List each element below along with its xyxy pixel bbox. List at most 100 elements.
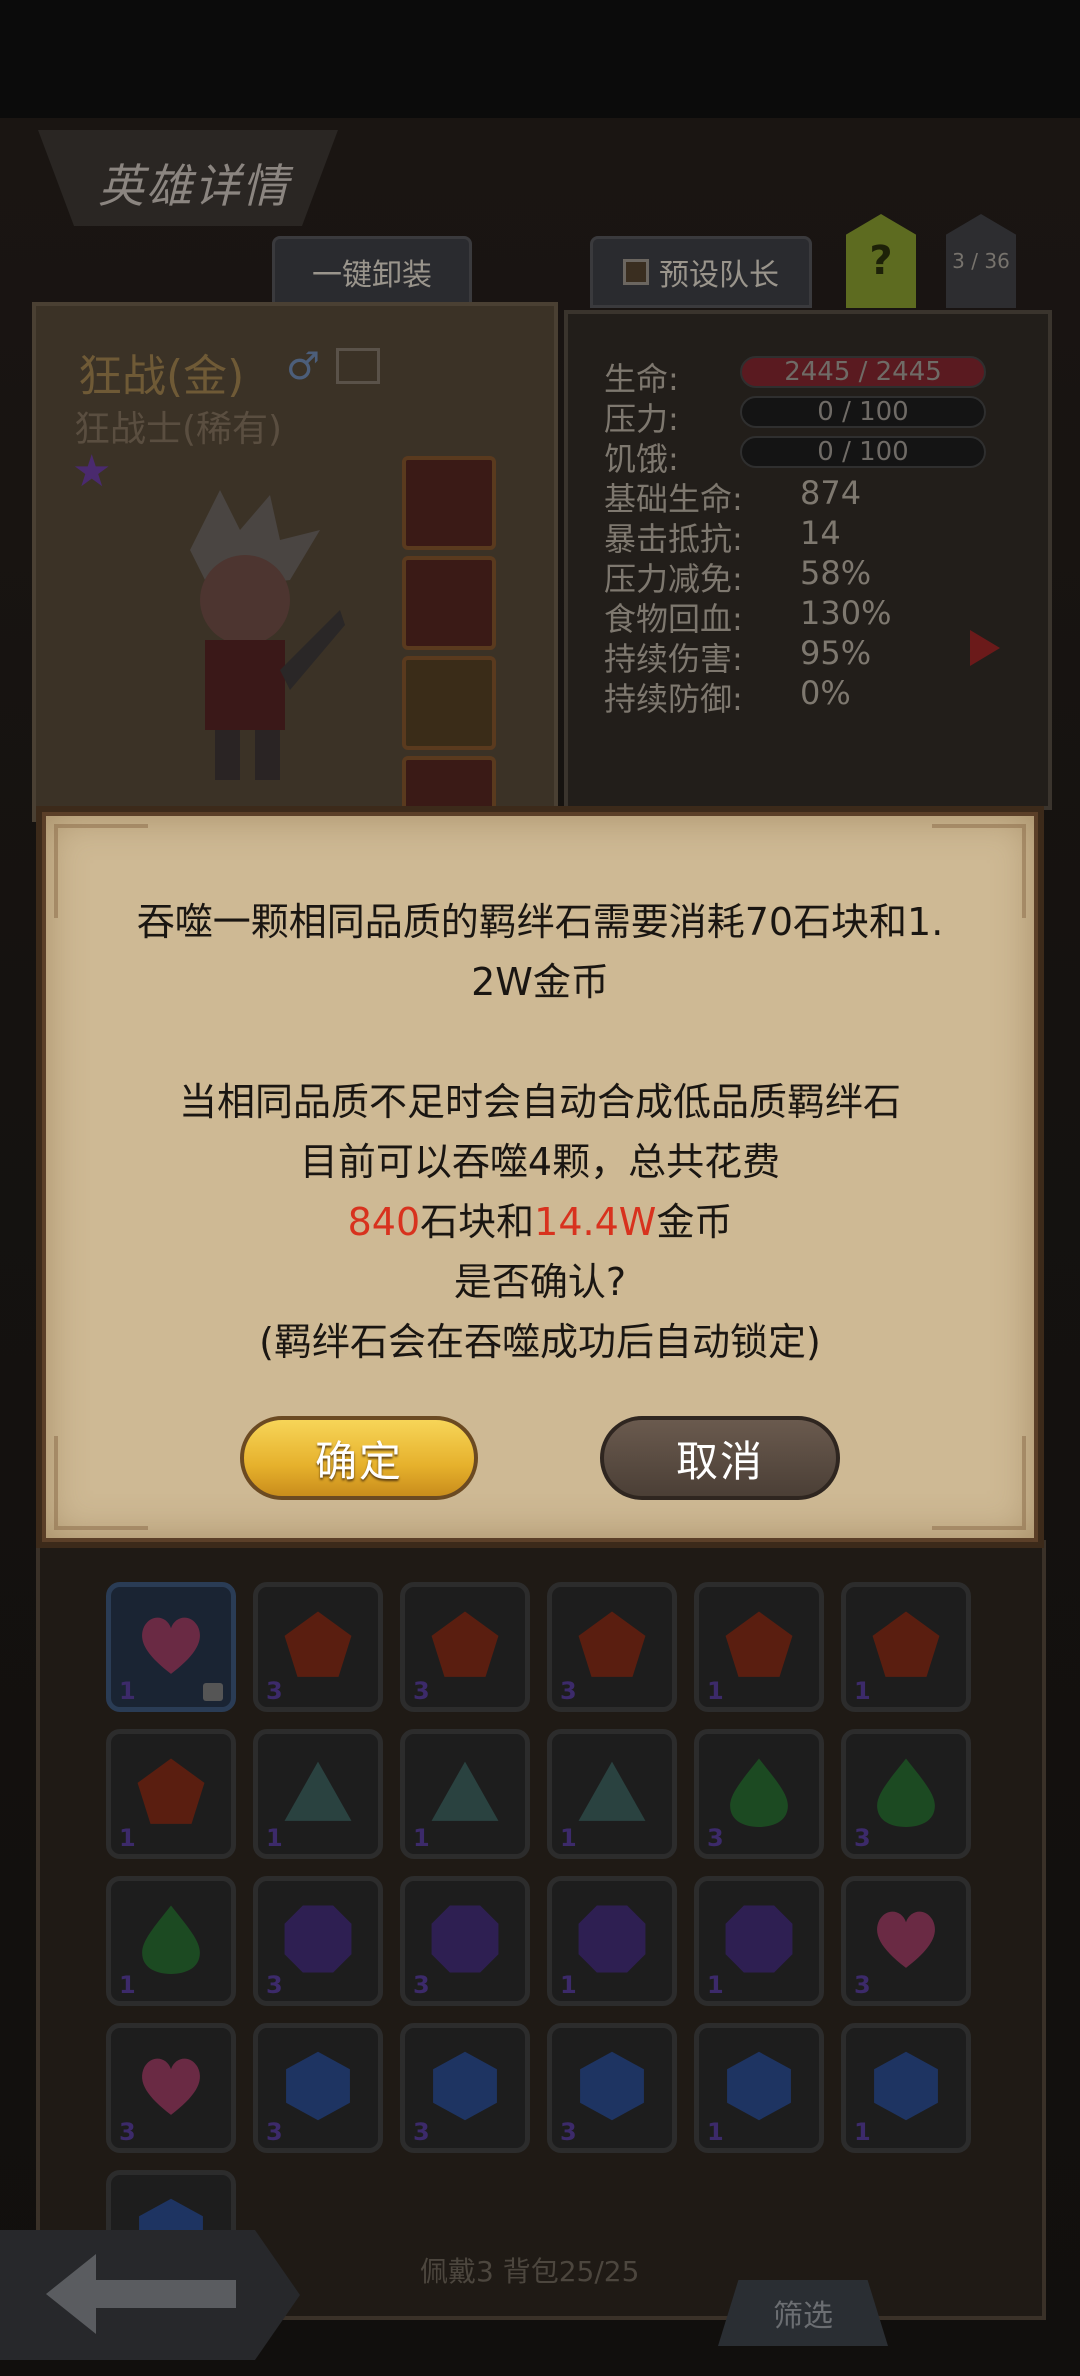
gem-count: 1 xyxy=(854,1677,871,1705)
gem-slot[interactable]: 3 xyxy=(547,1582,677,1712)
gem-count: 1 xyxy=(413,1824,430,1852)
dialog-line-cost: 吞噬一颗相同品质的羁绊石需要消耗70石块和1. xyxy=(136,900,944,944)
life-bar: 2445 / 2445 xyxy=(740,356,986,388)
stat-value: 95% xyxy=(800,634,872,672)
gem-slot[interactable]: 1 xyxy=(547,1876,677,2006)
gem-count: 3 xyxy=(854,1971,871,1999)
octagon-gem-icon xyxy=(578,1905,646,1973)
drop-gem-icon xyxy=(877,1758,935,1827)
gem-slot[interactable]: 3 xyxy=(841,1729,971,1859)
dialog-line-count: 目前可以吞噬4颗，总共花费 xyxy=(299,1140,781,1184)
gender-icon: ♂ xyxy=(286,344,321,388)
gem-count: 3 xyxy=(560,2118,577,2146)
pentagon-gem-icon xyxy=(137,1758,205,1824)
octagon-gem-icon xyxy=(431,1905,499,1973)
gem-count: 1 xyxy=(119,1971,136,1999)
heart-gem-icon xyxy=(142,1617,200,1674)
stone-cost-value: 840 xyxy=(347,1200,421,1244)
dialog-note: (羁绊石会在吞噬成功后自动锁定) xyxy=(259,1320,821,1364)
gem-slot[interactable]: 3 xyxy=(400,1876,530,2006)
gem-slot[interactable]: 3 xyxy=(400,1582,530,1712)
equipment-slot-armor[interactable] xyxy=(402,456,496,550)
rename-icon[interactable] xyxy=(336,348,380,384)
gem-slot[interactable]: 1 xyxy=(841,1582,971,1712)
unequip-all-tab[interactable]: 一键卸装 xyxy=(272,236,472,308)
gem-count: 1 xyxy=(119,1677,136,1705)
hexagon-gem-icon xyxy=(286,2051,350,2121)
octagon-gem-icon xyxy=(284,1905,352,1973)
dialog-ornament xyxy=(932,1436,1026,1530)
stat-value: 130% xyxy=(800,594,892,632)
pentagon-gem-icon xyxy=(725,1611,793,1677)
stat-value: 58% xyxy=(800,554,872,592)
gem-slot[interactable]: 3 xyxy=(253,2023,383,2153)
gem-slot[interactable]: 3 xyxy=(694,1729,824,1859)
cancel-button[interactable]: 取消 xyxy=(600,1416,840,1500)
gem-slot[interactable]: 3 xyxy=(253,1876,383,2006)
preset-leader-checkbox[interactable] xyxy=(623,259,649,285)
gem-slot[interactable]: 1 xyxy=(400,1729,530,1859)
equipment-slot-weapon[interactable] xyxy=(402,556,496,650)
heart-gem-icon xyxy=(142,2058,200,2115)
octagon-gem-icon xyxy=(725,1905,793,1973)
next-page-arrow-icon[interactable] xyxy=(970,630,1000,666)
hexagon-gem-icon xyxy=(433,2051,497,2121)
dialog-line-cost-cont: 2W金币 xyxy=(471,960,609,1004)
confirm-button[interactable]: 确定 xyxy=(240,1416,478,1500)
stone-cost-text: 石块和 xyxy=(420,1200,535,1244)
gem-slot[interactable]: 3 xyxy=(253,1582,383,1712)
gem-slot[interactable]: 3 xyxy=(547,2023,677,2153)
equipment-slot-bag[interactable] xyxy=(402,656,496,750)
lock-icon xyxy=(203,1683,223,1701)
stat-value: 874 xyxy=(800,474,862,512)
pentagon-gem-icon xyxy=(578,1611,646,1677)
equipment-slot-accessory[interactable] xyxy=(402,756,496,816)
dialog-line-autocombine: 当相同品质不足时会自动合成低品质羁绊石 xyxy=(178,1080,901,1124)
gem-count: 3 xyxy=(413,1971,430,1999)
gem-count: 3 xyxy=(119,2118,136,2146)
gem-slot[interactable]: 1 xyxy=(694,1582,824,1712)
gem-slot[interactable]: 1 xyxy=(841,2023,971,2153)
gem-count: 3 xyxy=(266,2118,283,2146)
back-arrow-icon xyxy=(46,2254,236,2334)
heart-gem-icon xyxy=(877,1911,935,1968)
drop-gem-icon xyxy=(730,1758,788,1827)
hexagon-gem-icon xyxy=(874,2051,938,2121)
stat-value: 0% xyxy=(800,674,851,712)
gem-count: 3 xyxy=(266,1677,283,1705)
gold-cost-value: 14.4W xyxy=(534,1200,657,1244)
gem-slot[interactable]: 1 xyxy=(253,1729,383,1859)
hexagon-gem-icon xyxy=(727,2051,791,2121)
gem-slot[interactable]: 1 xyxy=(694,1876,824,2006)
gem-count: 3 xyxy=(854,1824,871,1852)
page-title: 英雄详情 xyxy=(98,159,290,213)
stat-value: 14 xyxy=(800,514,841,552)
gem-count: 3 xyxy=(560,1677,577,1705)
drop-gem-icon xyxy=(142,1905,200,1974)
dialog-line-total: 840石块和14.4W金币 xyxy=(42,1192,1038,1252)
gem-slot[interactable]: 1 xyxy=(106,1582,236,1712)
gem-count: 3 xyxy=(707,1824,724,1852)
gem-count: 3 xyxy=(413,1677,430,1705)
dialog-ornament xyxy=(54,1436,148,1530)
gem-slot[interactable]: 3 xyxy=(106,2023,236,2153)
gem-slot[interactable]: 3 xyxy=(400,2023,530,2153)
triangle-gem-icon xyxy=(284,1761,352,1821)
hexagon-gem-icon xyxy=(580,2051,644,2121)
gem-slot[interactable]: 1 xyxy=(694,2023,824,2153)
gold-cost-text: 金币 xyxy=(656,1200,733,1244)
pressure-bar: 0 / 100 xyxy=(740,396,986,428)
gem-slot[interactable]: 1 xyxy=(547,1729,677,1859)
gem-count: 1 xyxy=(266,1824,283,1852)
preset-leader-tab[interactable]: 预设队长 xyxy=(590,236,812,308)
hunger-bar: 0 / 100 xyxy=(740,436,986,468)
gem-slot[interactable]: 1 xyxy=(106,1876,236,2006)
gem-count: 1 xyxy=(854,2118,871,2146)
gem-count: 1 xyxy=(707,2118,724,2146)
gem-slot[interactable]: 3 xyxy=(841,1876,971,2006)
preset-leader-label: 预设队长 xyxy=(659,258,779,293)
gem-count: 1 xyxy=(119,1824,136,1852)
pentagon-gem-icon xyxy=(872,1611,940,1677)
gem-slot[interactable]: 1 xyxy=(106,1729,236,1859)
filter-button[interactable]: 筛选 xyxy=(718,2280,888,2346)
